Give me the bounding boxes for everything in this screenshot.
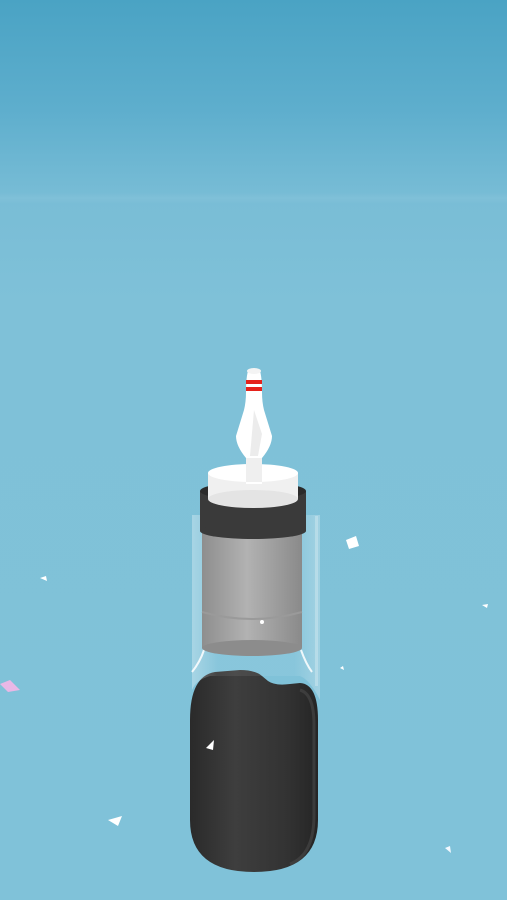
confetti-piece [0, 680, 20, 692]
bottle-body [190, 670, 318, 872]
game-viewport[interactable] [0, 0, 507, 900]
confetti-piece [445, 846, 451, 853]
confetti-piece [108, 816, 122, 826]
bottle-cap [201, 530, 303, 656]
confetti-piece [346, 536, 359, 549]
confetti-piece [482, 604, 488, 608]
confetti-piece [40, 576, 47, 581]
pin-stripe-bottom [246, 387, 262, 391]
game-scene [0, 368, 488, 872]
pin-stripe-top [246, 380, 262, 384]
confetti-piece [340, 666, 344, 670]
